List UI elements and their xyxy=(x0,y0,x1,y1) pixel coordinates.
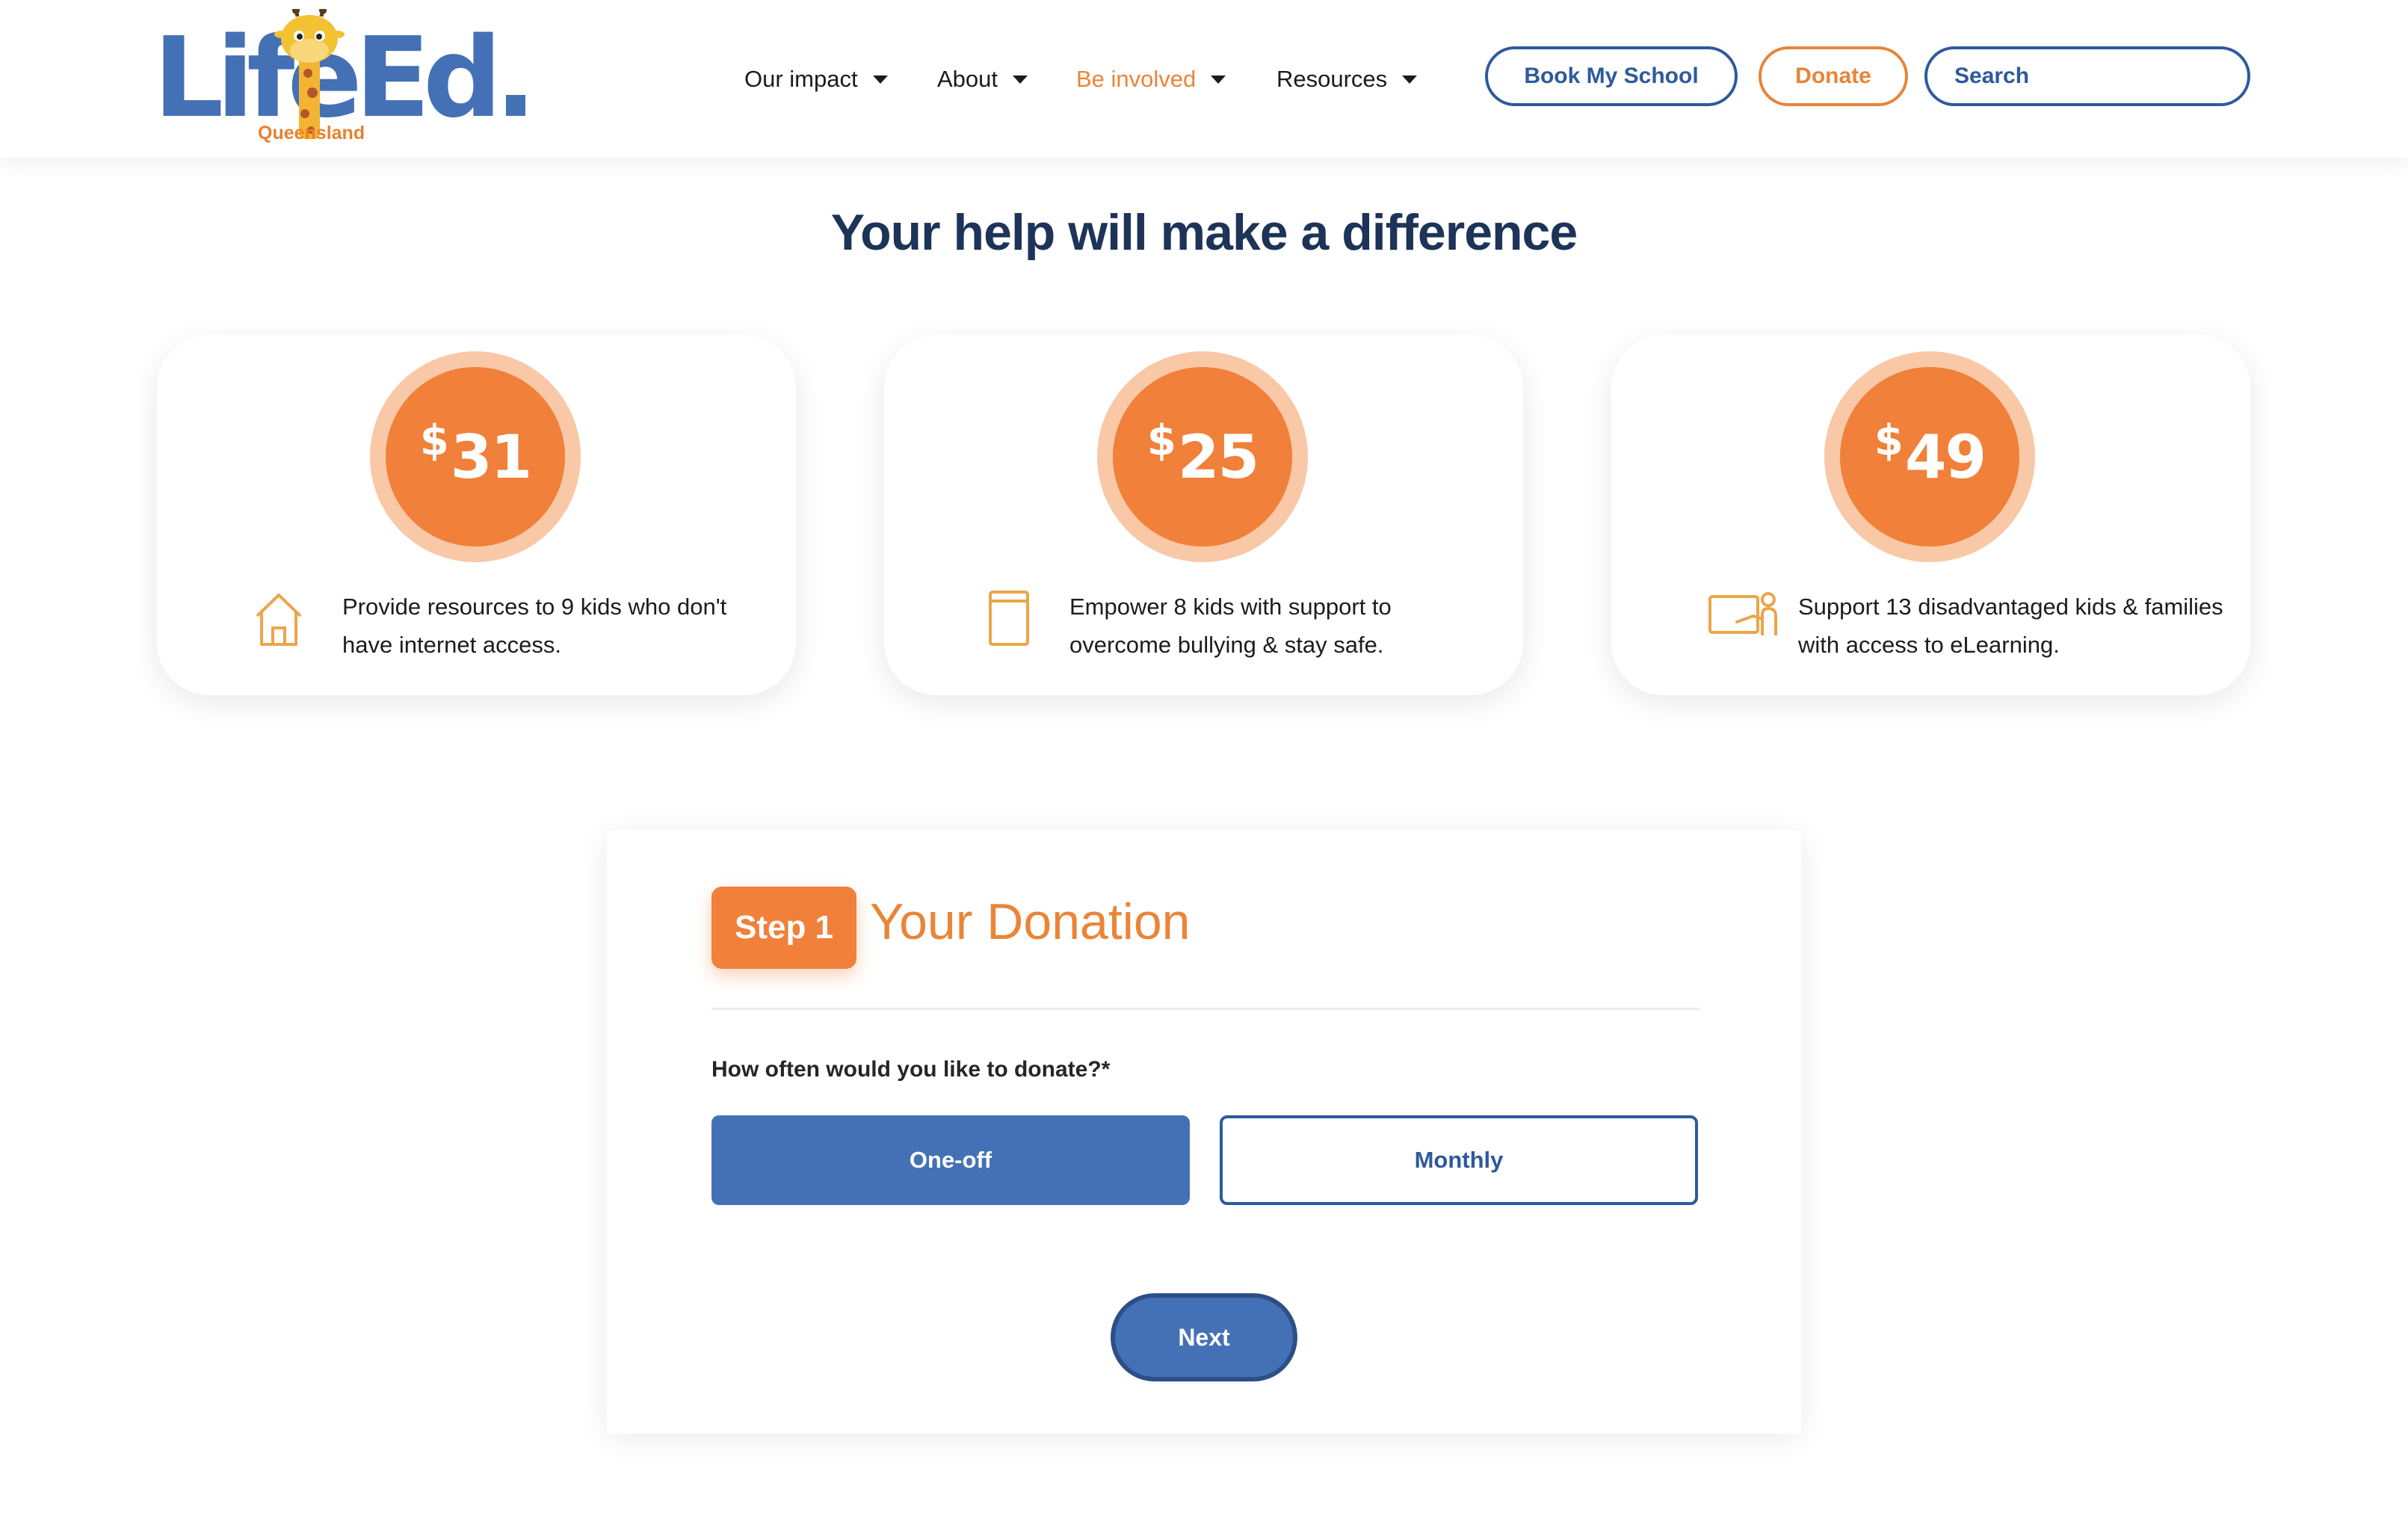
teacher-board-icon xyxy=(1708,592,1777,635)
caret-down-icon xyxy=(1013,75,1028,84)
donation-amount: 31 xyxy=(450,422,532,492)
nav-our-impact[interactable]: Our impact xyxy=(744,61,888,97)
impact-card: $49 Support 13 disadvantaged kids & fami… xyxy=(1611,335,2250,695)
next-button[interactable]: Next xyxy=(1111,1293,1297,1381)
logo-dot: . xyxy=(494,13,537,142)
donation-amount: 49 xyxy=(1904,422,1986,492)
impact-description: Provide resources to 9 kids who don't ha… xyxy=(342,594,727,658)
nav-label: About xyxy=(937,66,998,92)
monthly-option-button[interactable]: Monthly xyxy=(1220,1115,1698,1205)
book-my-school-button[interactable]: Book My School xyxy=(1485,46,1738,106)
house-icon xyxy=(256,594,302,646)
nav-label: Be involved xyxy=(1076,66,1197,92)
donation-amount: 25 xyxy=(1177,422,1259,492)
lifeed-logo[interactable]: LifeEd. Queensland xyxy=(153,9,537,151)
amount-badge: $49 xyxy=(1824,351,2035,562)
amount-badge: $25 xyxy=(1097,351,1308,562)
frequency-question: How often would you like to donate?* xyxy=(711,1057,1111,1082)
currency-symbol: $ xyxy=(419,416,449,465)
amount-badge: $31 xyxy=(370,351,581,562)
donate-button[interactable]: Donate xyxy=(1759,46,1908,106)
page-title: Your help will make a difference xyxy=(830,204,1578,261)
caret-down-icon xyxy=(872,75,888,84)
nav-label: Our impact xyxy=(744,66,858,92)
impact-card: $31 Provide resources to 9 kids who don'… xyxy=(157,335,796,695)
logo-region: Queensland xyxy=(258,123,365,144)
caret-down-icon xyxy=(1211,75,1226,84)
nav-about[interactable]: About xyxy=(937,61,1028,97)
search-bar xyxy=(1924,46,2250,106)
nav-be-involved[interactable]: Be involved xyxy=(1076,61,1226,97)
donation-form: Step 1 Your Donation How often would you… xyxy=(607,830,1801,1434)
book-icon xyxy=(989,591,1029,646)
step-badge: Step 1 xyxy=(711,887,856,969)
currency-symbol: $ xyxy=(1874,416,1904,465)
site-header: LifeEd. Queensland Our impact About Be i… xyxy=(0,0,2408,158)
search-input[interactable] xyxy=(1927,49,2247,103)
step-title: Your Donation xyxy=(870,893,1191,950)
impact-card: $25 Empower 8 kids with support to overc… xyxy=(884,335,1523,695)
nav-label: Resources xyxy=(1276,66,1388,92)
one-off-option-button[interactable]: One-off xyxy=(711,1115,1190,1205)
impact-description: Empower 8 kids with support to overcome … xyxy=(1069,594,1392,658)
caret-down-icon xyxy=(1402,75,1418,84)
nav-resources[interactable]: Resources xyxy=(1276,61,1418,97)
impact-description: Support 13 disadvantaged kids & families… xyxy=(1798,594,2223,658)
divider xyxy=(711,1008,1700,1010)
currency-symbol: $ xyxy=(1146,416,1176,465)
